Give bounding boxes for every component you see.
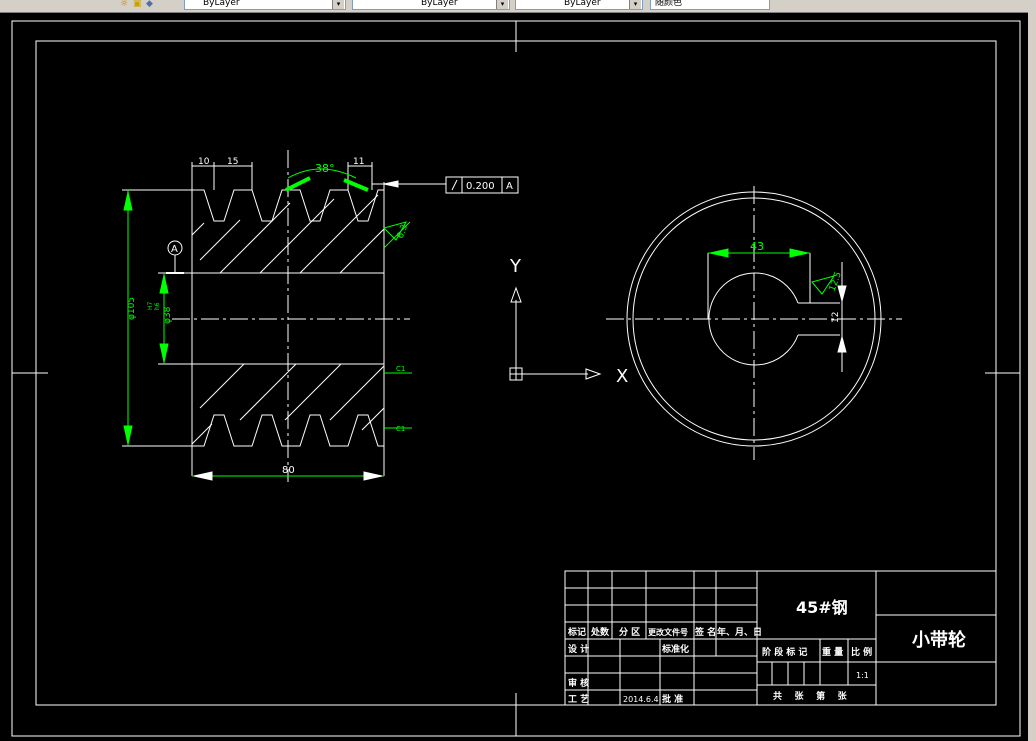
col-mark: 标记 [567,626,586,638]
part-name: 小带轮 [912,629,966,651]
date-value: 2014.6.4 [623,695,659,704]
stage-mark: 阶 段 标 记 [762,646,807,658]
roughness-6-3: 6.3 [396,223,410,240]
runout-datum: A [506,181,513,192]
col-date: 年、月、日 [717,626,762,638]
chamfer-label-1: C1 [396,365,405,373]
row-standard: 标准化 [661,643,689,655]
datum-marker-letter: A [171,244,178,255]
pulley-section-view [172,150,410,482]
dim-105-label: φ105 [127,297,137,320]
runout-value: 0.200 [466,181,495,192]
end-view-dimensions [707,248,847,372]
lineweight-dropdown-value: ByLayer [564,0,601,8]
col-change-doc: 更改文件号 [648,627,688,637]
dim-80-label: 80 [282,465,295,476]
sheets-label: 共 张 第 张 [773,690,848,702]
col-zone: 分 区 [619,626,640,638]
approve-label: 批 准 [662,693,683,705]
linetype-dropdown[interactable]: ByLayer ▾ [352,0,510,10]
dim-12-label: 12 [831,312,841,323]
ucs-x-label: X [616,366,628,387]
row-review: 审 核 [568,677,589,689]
layer-dropdown[interactable]: ByLayer ▾ [184,0,346,10]
dim-15-label: 15 [227,157,238,167]
scale-label: 比 例 [851,646,872,658]
lineweight-dropdown[interactable]: ByLayer ▾ [515,0,643,10]
ucs-y-label: Y [509,256,522,277]
chevron-down-icon[interactable]: ▾ [629,0,641,9]
layer-dropdown-value: ByLayer [203,0,240,8]
dim-43-label: 43 [750,240,764,253]
dim-11-label: 11 [353,157,364,167]
chamfer-label-2: C1 [396,425,405,433]
linetype-dropdown-value: ByLayer [421,0,458,8]
plotstyle-dropdown-value: 随颜色 [655,0,683,8]
row-design: 设 计 [568,643,589,655]
ucs-icon [509,286,602,381]
sun-icon[interactable]: ☼ [120,0,128,9]
layer-stack-icon[interactable]: ◆ [146,0,153,9]
scale-value: 1:1 [856,671,869,680]
chevron-down-icon[interactable]: ▾ [332,0,344,9]
dim-38deg-label: 38° [315,162,335,175]
row-process: 工 艺 [568,693,589,705]
plotstyle-dropdown[interactable]: 随颜色 [650,0,770,10]
dim-38-tol-lower: h6 [154,302,161,310]
material-label: 45#钢 [796,598,848,617]
dim-10-label: 10 [198,157,210,167]
dim-38-tol-upper: H7 [147,301,154,310]
col-sign: 签 名 [694,626,716,638]
col-count: 处数 [590,626,610,638]
drawing-canvas[interactable]: 10 15 38° 11 0.200 A A 6.3 φ105 φ38 H7 h… [0,12,1036,741]
weight-label: 重 量 [822,646,843,658]
chevron-down-icon[interactable]: ▾ [496,0,508,9]
lock-icon[interactable]: ▣ [133,0,142,9]
pulley-end-view [606,186,902,460]
dim-38-label: φ38 [163,306,173,324]
